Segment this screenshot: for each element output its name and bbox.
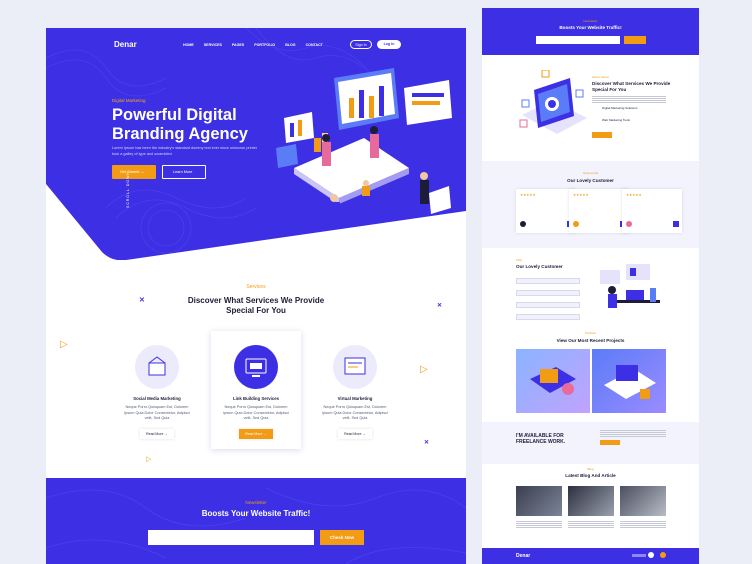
nav-contact[interactable]: CONTACT (306, 43, 323, 47)
newsletter-title: Boosts Your Website Traffic! (201, 509, 311, 518)
read-more-label: Read More (245, 432, 263, 436)
get-started-button[interactable]: Get Started → (112, 165, 156, 179)
service-desc: Neque Porro Quisquam Est, Dolorem Ipsum … (223, 405, 289, 420)
top-nav: Denar HOME SERVICES PAGES PORTFOLIO BLOG… (46, 40, 466, 54)
nav-pages[interactable]: PAGES (232, 43, 244, 47)
testimonial-card: ★★★★★ (569, 189, 629, 233)
freelance-button[interactable] (600, 440, 620, 445)
faq-title: Our Lovely Customer (516, 264, 563, 269)
side-newsletter: Newsletter Boosts Your Website Traffic! (482, 8, 699, 55)
newsletter-section: Newsletter Boosts Your Website Traffic! … (46, 478, 466, 564)
read-more-button[interactable]: Read More → (140, 429, 174, 439)
nav-services[interactable]: SERVICES (204, 43, 222, 47)
about-item: Digital Marketing Solutions (602, 106, 638, 110)
faq-item[interactable] (516, 290, 580, 296)
check-now-button[interactable]: Check Now (320, 530, 364, 545)
decor-x-icon: ✕ (139, 297, 145, 304)
blog-card[interactable] (620, 486, 666, 536)
service-card-virtual[interactable]: Virtual Marketing Neque Porro Quisquam E… (310, 331, 400, 449)
testimonial-card: ★★★★★ (516, 189, 576, 233)
nav-home[interactable]: HOME (183, 43, 194, 47)
blog-card[interactable] (516, 486, 562, 536)
service-card-link-building[interactable]: Link Building Services Neque Porro Quisq… (211, 331, 301, 449)
services-tag: Services (246, 284, 266, 290)
newsletter-tag: Newsletter (245, 500, 267, 505)
footer-logo: Denar (516, 553, 531, 559)
side-footer: Denar (482, 548, 699, 564)
hero-illustration (276, 68, 452, 216)
link-building-icon (234, 345, 278, 389)
about-illustration (519, 70, 587, 134)
project-card[interactable] (592, 349, 666, 413)
about-button[interactable] (592, 132, 612, 138)
about-item: Web Marketing Tools (602, 118, 630, 122)
scroll-down[interactable]: SCROLL DOWN (126, 171, 130, 208)
side-newsletter-tag: Newsletter (583, 19, 598, 23)
footer-button[interactable] (660, 552, 666, 558)
service-desc: Neque Porro Quisquam Est, Dolorem Ipsum … (322, 405, 388, 420)
blog-tag: Blog (587, 467, 594, 471)
about-tag: About Denar (592, 75, 609, 79)
side-newsletter-input[interactable] (536, 36, 620, 44)
service-name: Virtual Marketing (337, 396, 373, 401)
hero-title: Powerful Digital Branding Agency (112, 106, 248, 143)
read-more-label: Read More (344, 432, 362, 436)
main-page: Denar HOME SERVICES PAGES PORTFOLIO BLOG… (46, 28, 466, 564)
virtual-marketing-icon (333, 345, 377, 389)
footer-button[interactable] (648, 552, 654, 558)
testimonial-card: ★★★★★ (622, 189, 682, 233)
project-card[interactable] (516, 349, 590, 413)
decor-triangle-icon: ▷ (146, 456, 152, 463)
decor-x-icon: ✕ (424, 440, 430, 446)
read-more-button[interactable]: Read More → (239, 429, 273, 439)
service-name: Link Building Services (232, 396, 280, 401)
side-newsletter-title: Boosts Your Website Traffic! (559, 25, 622, 30)
hero-text: Lorem Ipsum has been the industry's stan… (112, 146, 258, 156)
decor-triangle-icon: ▷ (60, 339, 68, 350)
read-more-label: Read More (146, 432, 164, 436)
freelance-section (482, 422, 699, 464)
hero-tag: Digital Marketing (112, 98, 146, 103)
about-title: Discover What Services We Provide Specia… (592, 81, 671, 92)
read-more-button[interactable]: Read More → (338, 429, 372, 439)
service-desc: Neque Porro Quisquam Est, Dolorem Ipsum … (124, 405, 190, 420)
hero-section: Denar HOME SERVICES PAGES PORTFOLIO BLOG… (46, 28, 466, 260)
service-card-social[interactable]: Social Media Marketing Neque Porro Quisq… (112, 331, 202, 449)
decor-x-icon: ✕ (437, 303, 443, 309)
side-newsletter-button[interactable] (624, 36, 646, 44)
testimonial-title: Our Lovely Customer (567, 178, 614, 183)
projects-title: View Our Most Recent Projects (556, 338, 625, 343)
decor-triangle-icon: ▷ (420, 364, 428, 375)
testimonial-tag: Testimonial (582, 171, 598, 175)
faq-item[interactable] (516, 302, 580, 308)
newsletter-input[interactable] (148, 530, 314, 545)
social-media-icon (135, 345, 179, 389)
nav-blog[interactable]: BLOG (285, 43, 295, 47)
secondary-page: Newsletter Boosts Your Website Traffic! … (482, 8, 699, 564)
faq-illustration (600, 264, 660, 308)
freelance-text (600, 429, 666, 437)
blog-card[interactable] (568, 486, 614, 536)
freelance-title: I'M AVAILABLE FOR FREELANCE WORK. (516, 433, 566, 445)
newsletter-pattern (46, 487, 466, 564)
login-button[interactable]: Log In (377, 40, 401, 49)
nav-links: HOME SERVICES PAGES PORTFOLIO BLOG CONTA… (183, 43, 323, 47)
faq-item[interactable] (516, 278, 580, 284)
learn-more-button[interactable]: Learn More (162, 165, 206, 179)
service-name: Social Media Marketing (133, 396, 181, 401)
signin-button[interactable]: Sign In (350, 40, 372, 49)
projects-tag: Portfolio (584, 331, 596, 335)
blog-title: Latest Blog And Article (565, 473, 616, 478)
footer-input[interactable] (632, 554, 646, 557)
nav-portfolio[interactable]: PORTFOLIO (254, 43, 275, 47)
logo[interactable]: Denar (114, 40, 137, 49)
about-text (592, 95, 666, 103)
services-title: Discover What Services We Provide Specia… (187, 296, 325, 315)
faq-tag: FAQ (516, 258, 523, 262)
faq-item[interactable] (516, 314, 580, 320)
